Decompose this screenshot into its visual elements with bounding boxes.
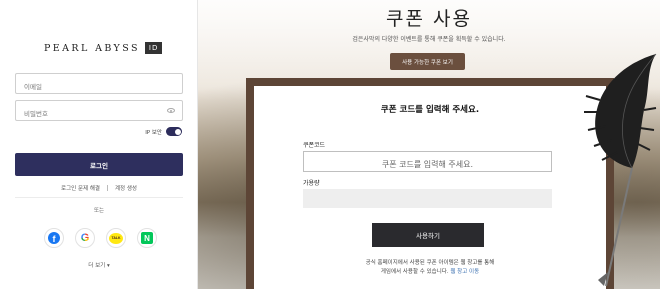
login-panel: PEARL ABYSS ID IP 보안 로그인 로그인 문제 해결 계정 생성… [0,0,198,289]
social-login-buttons: f G TALK N [44,228,168,248]
password-input[interactable] [16,104,182,124]
create-account-link[interactable]: 계정 생성 [115,184,137,192]
web-storage-link[interactable]: 웹 창고 이동 [450,269,479,275]
login-button[interactable]: 로그인 [15,153,183,176]
password-field[interactable] [15,100,183,124]
facebook-icon: f [48,232,60,244]
google-icon: G [80,232,90,244]
email-field[interactable] [15,73,183,97]
note-line-2-text: 게임에서 사용할 수 있습니다. [380,269,449,275]
more-options-button[interactable]: 더 보기 ▾ [0,261,198,269]
coupon-code-label: 쿠폰코드 [303,142,326,149]
show-password-eye-icon[interactable] [167,108,175,113]
google-login-button[interactable]: G [75,228,95,248]
divider [15,197,183,198]
logo-id-badge: ID [144,42,163,54]
kakaotalk-login-button[interactable]: TALK [106,228,126,248]
logo-text: PEARL ABYSS [44,42,140,54]
pearlabyss-id-logo: PEARL ABYSS ID [44,41,163,55]
page-title: 쿠폰 사용 [386,8,472,30]
facebook-login-button[interactable]: f [44,228,64,248]
coupon-code-field[interactable] [303,151,552,174]
link-separator [106,185,108,191]
ip-security-toggle[interactable] [166,127,182,136]
availability-value-box [303,189,552,208]
kakaotalk-icon: TALK [109,232,123,244]
ip-security-label: IP 보안 [145,129,162,136]
quill-feather-icon [584,53,657,287]
use-coupon-button[interactable]: 사용하기 [372,223,484,247]
or-label: 또는 [93,208,105,214]
naver-login-button[interactable]: N [137,228,157,248]
email-input[interactable] [16,77,182,97]
naver-icon: N [141,232,153,244]
available-coupons-button[interactable]: 사용 가능한 쿠폰 보기 [390,53,465,70]
page-subtitle: 검은사막의 다양한 이벤트를 통해 쿠폰을 획득할 수 있습니다. [352,36,506,43]
login-help-links: 로그인 문제 해결 계정 생성 [0,184,198,192]
coupon-page: 쿠폰 사용 검은사막의 다양한 이벤트를 통해 쿠폰을 획득할 수 있습니다. … [198,0,660,289]
coupon-code-input[interactable] [304,155,551,174]
ip-security-row: IP 보안 [145,127,182,136]
login-problem-link[interactable]: 로그인 문제 해결 [61,184,100,192]
more-label: 더 보기 [88,263,106,269]
chevron-down-icon: ▾ [106,263,110,269]
availability-label: 가용량 [303,180,320,187]
